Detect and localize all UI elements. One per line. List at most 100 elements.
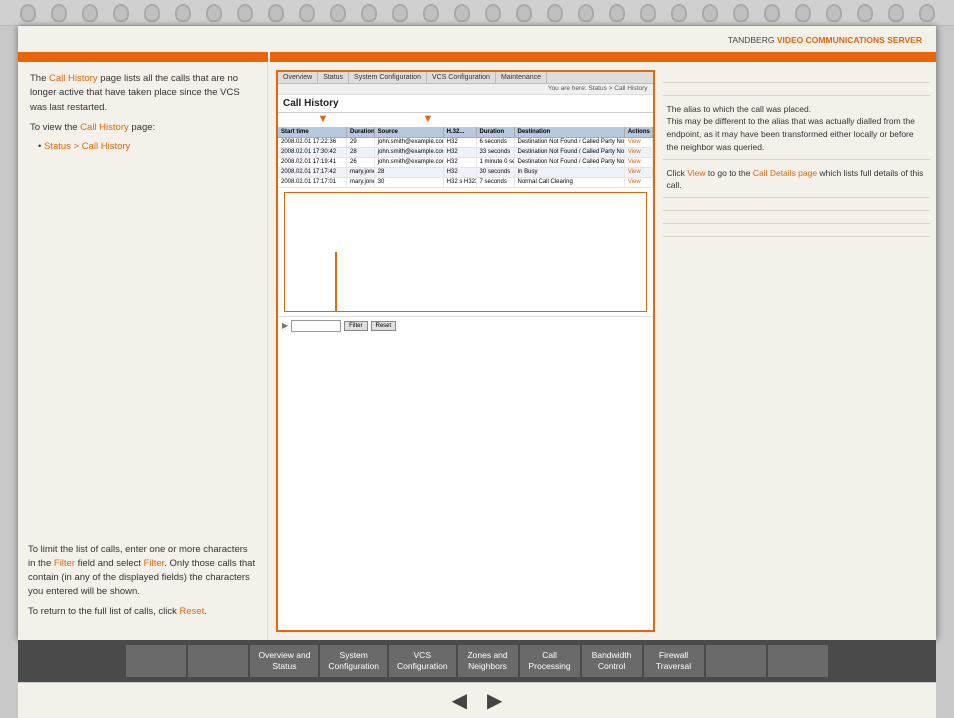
th-h32: H.32... [444, 127, 477, 137]
next-page-button[interactable]: ▶ [487, 688, 502, 713]
table-row: 2008.02.01 17:17:42 mary.jones@example.c… [278, 168, 653, 178]
filter-field-link[interactable]: Filter [54, 558, 75, 569]
mock-nav-maintenance: Maintenance [496, 72, 547, 83]
nav-call-processing[interactable]: Call Processing [520, 645, 580, 677]
binding-ring [640, 4, 656, 22]
binding-ring [20, 4, 36, 22]
mock-filter-caret: ▶ [282, 321, 288, 330]
reset-link[interactable]: Reset [180, 606, 205, 617]
info-actions-desc: Click View to go to the Call Details pag… [667, 167, 927, 193]
binding-ring [609, 4, 625, 22]
binding-ring [144, 4, 160, 22]
bottom-nav-bar: Overview and Status System Configuration… [18, 640, 936, 682]
binding-ring [888, 4, 904, 22]
binding-ring [795, 4, 811, 22]
binding-ring [361, 4, 377, 22]
footer-nav: ◀ ▶ [452, 688, 503, 713]
nav-introduction[interactable] [126, 645, 186, 677]
nav-system-config[interactable]: System Configuration [320, 645, 387, 677]
nav-path: • Status > Call History [38, 140, 255, 155]
binding-ring [516, 4, 532, 22]
th-dest: Destination [515, 127, 625, 137]
mid-right-column: Overview Status System Configuration VCS… [268, 62, 936, 640]
filter-description: To limit the list of calls, enter one or… [28, 543, 257, 600]
mock-filter-row: ▶ Filter Reset [278, 316, 653, 335]
binding-ring [237, 4, 253, 22]
nav-maintenance[interactable] [706, 645, 766, 677]
annotation-row: ▼ ▼ [278, 113, 653, 127]
binding-ring [392, 4, 408, 22]
nav-appendices[interactable] [768, 645, 828, 677]
mock-nav-overview: Overview [278, 72, 318, 83]
nav-overview-status[interactable]: Overview and Status [250, 645, 318, 677]
mock-table-header: Start time Duration Source H.32... Durat… [278, 127, 653, 138]
brand-block: TANDBERG VIDEO COMMUNICATIONS SERVER [728, 34, 922, 48]
brand-name: VIDEO COMMUNICATIONS SERVER [777, 35, 922, 45]
info-status [663, 198, 931, 211]
table-row: 2008.02.01 17:19:41 26 john.smith@exampl… [278, 158, 653, 168]
info-destination: The alias to which the call was placed.T… [663, 96, 931, 160]
main-content: The Call History page lists all the call… [18, 62, 936, 640]
view-link[interactable]: View [687, 168, 705, 178]
binding-ring [702, 4, 718, 22]
mock-filter-input[interactable] [291, 320, 341, 332]
nav-bandwidth[interactable]: Bandwidth Control [582, 645, 642, 677]
binding-ring [113, 4, 129, 22]
view-paragraph: To view the Call History page: [30, 121, 255, 136]
mock-screenshot: Overview Status System Configuration VCS… [276, 70, 655, 632]
left-column: The Call History page lists all the call… [18, 62, 268, 640]
info-source [663, 83, 931, 96]
nav-zones-neighbors[interactable]: Zones and Neighbors [458, 645, 518, 677]
prev-page-button[interactable]: ◀ [452, 688, 467, 713]
binding-ring [82, 4, 98, 22]
filter-area: To limit the list of calls, enter one or… [28, 540, 257, 624]
binding-ring [423, 4, 439, 22]
page: TANDBERG VIDEO COMMUNICATIONS SERVER The… [18, 26, 936, 640]
call-history-link1[interactable]: Call History [49, 73, 98, 84]
callout-line-vert [335, 252, 337, 312]
table-row: 2008.02.01 17:30:42 28 john.smith@exampl… [278, 148, 653, 158]
mock-filter-btn[interactable]: Filter [344, 321, 367, 331]
th-source: Source [375, 127, 444, 137]
binding-ring [175, 4, 191, 22]
nav-getting-started[interactable] [188, 645, 248, 677]
page-header: TANDBERG VIDEO COMMUNICATIONS SERVER [18, 26, 936, 52]
binding-ring [547, 4, 563, 22]
call-history-link2[interactable]: Call History [80, 122, 129, 133]
arrow-source: ▼ [368, 113, 488, 127]
info-actions: Click View to go to the Call Details pag… [663, 160, 931, 199]
binding-ring [578, 4, 594, 22]
binding-ring [826, 4, 842, 22]
nav-path-link[interactable]: Status > Call History [44, 141, 130, 152]
mock-nav-vcsconfig: VCS Configuration [427, 72, 496, 83]
mock-breadcrumb: You are here: Status > Call History [278, 84, 653, 95]
table-row: 2008.02.01 17:22:36 29 john.smith@exampl… [278, 138, 653, 148]
th-starttime: Start time [278, 127, 347, 137]
mock-reset-btn[interactable]: Reset [371, 321, 397, 331]
binding-ring [330, 4, 346, 22]
arrow-starttime: ▼ [278, 113, 368, 127]
binding-ring [206, 4, 222, 22]
filter-action-link[interactable]: Filter [144, 558, 165, 569]
binding-ring [454, 4, 470, 22]
mock-navbar: Overview Status System Configuration VCS… [278, 72, 653, 84]
binding-ring [485, 4, 501, 22]
mock-nav-status: Status [318, 72, 349, 83]
reset-description: To return to the full list of calls, cli… [28, 605, 257, 619]
footer: ◀ ▶ [18, 682, 936, 718]
column-headers [18, 52, 936, 62]
spiral-binding [0, 0, 954, 26]
call-details-link[interactable]: Call Details page [753, 168, 817, 178]
binding-ring [919, 4, 935, 22]
binding-ring [733, 4, 749, 22]
left-column-header [18, 52, 268, 62]
intro-paragraph: The Call History page lists all the call… [30, 72, 255, 116]
info-panel: The alias to which the call was placed.T… [663, 70, 931, 632]
mock-page-title: Call History [278, 95, 653, 113]
binding-ring [268, 4, 284, 22]
binding-ring [299, 4, 315, 22]
callout-box-1 [284, 192, 647, 312]
nav-vcs-config[interactable]: VCS Configuration [389, 645, 456, 677]
binding-ring [857, 4, 873, 22]
nav-firewall[interactable]: Firewall Traversal [644, 645, 704, 677]
